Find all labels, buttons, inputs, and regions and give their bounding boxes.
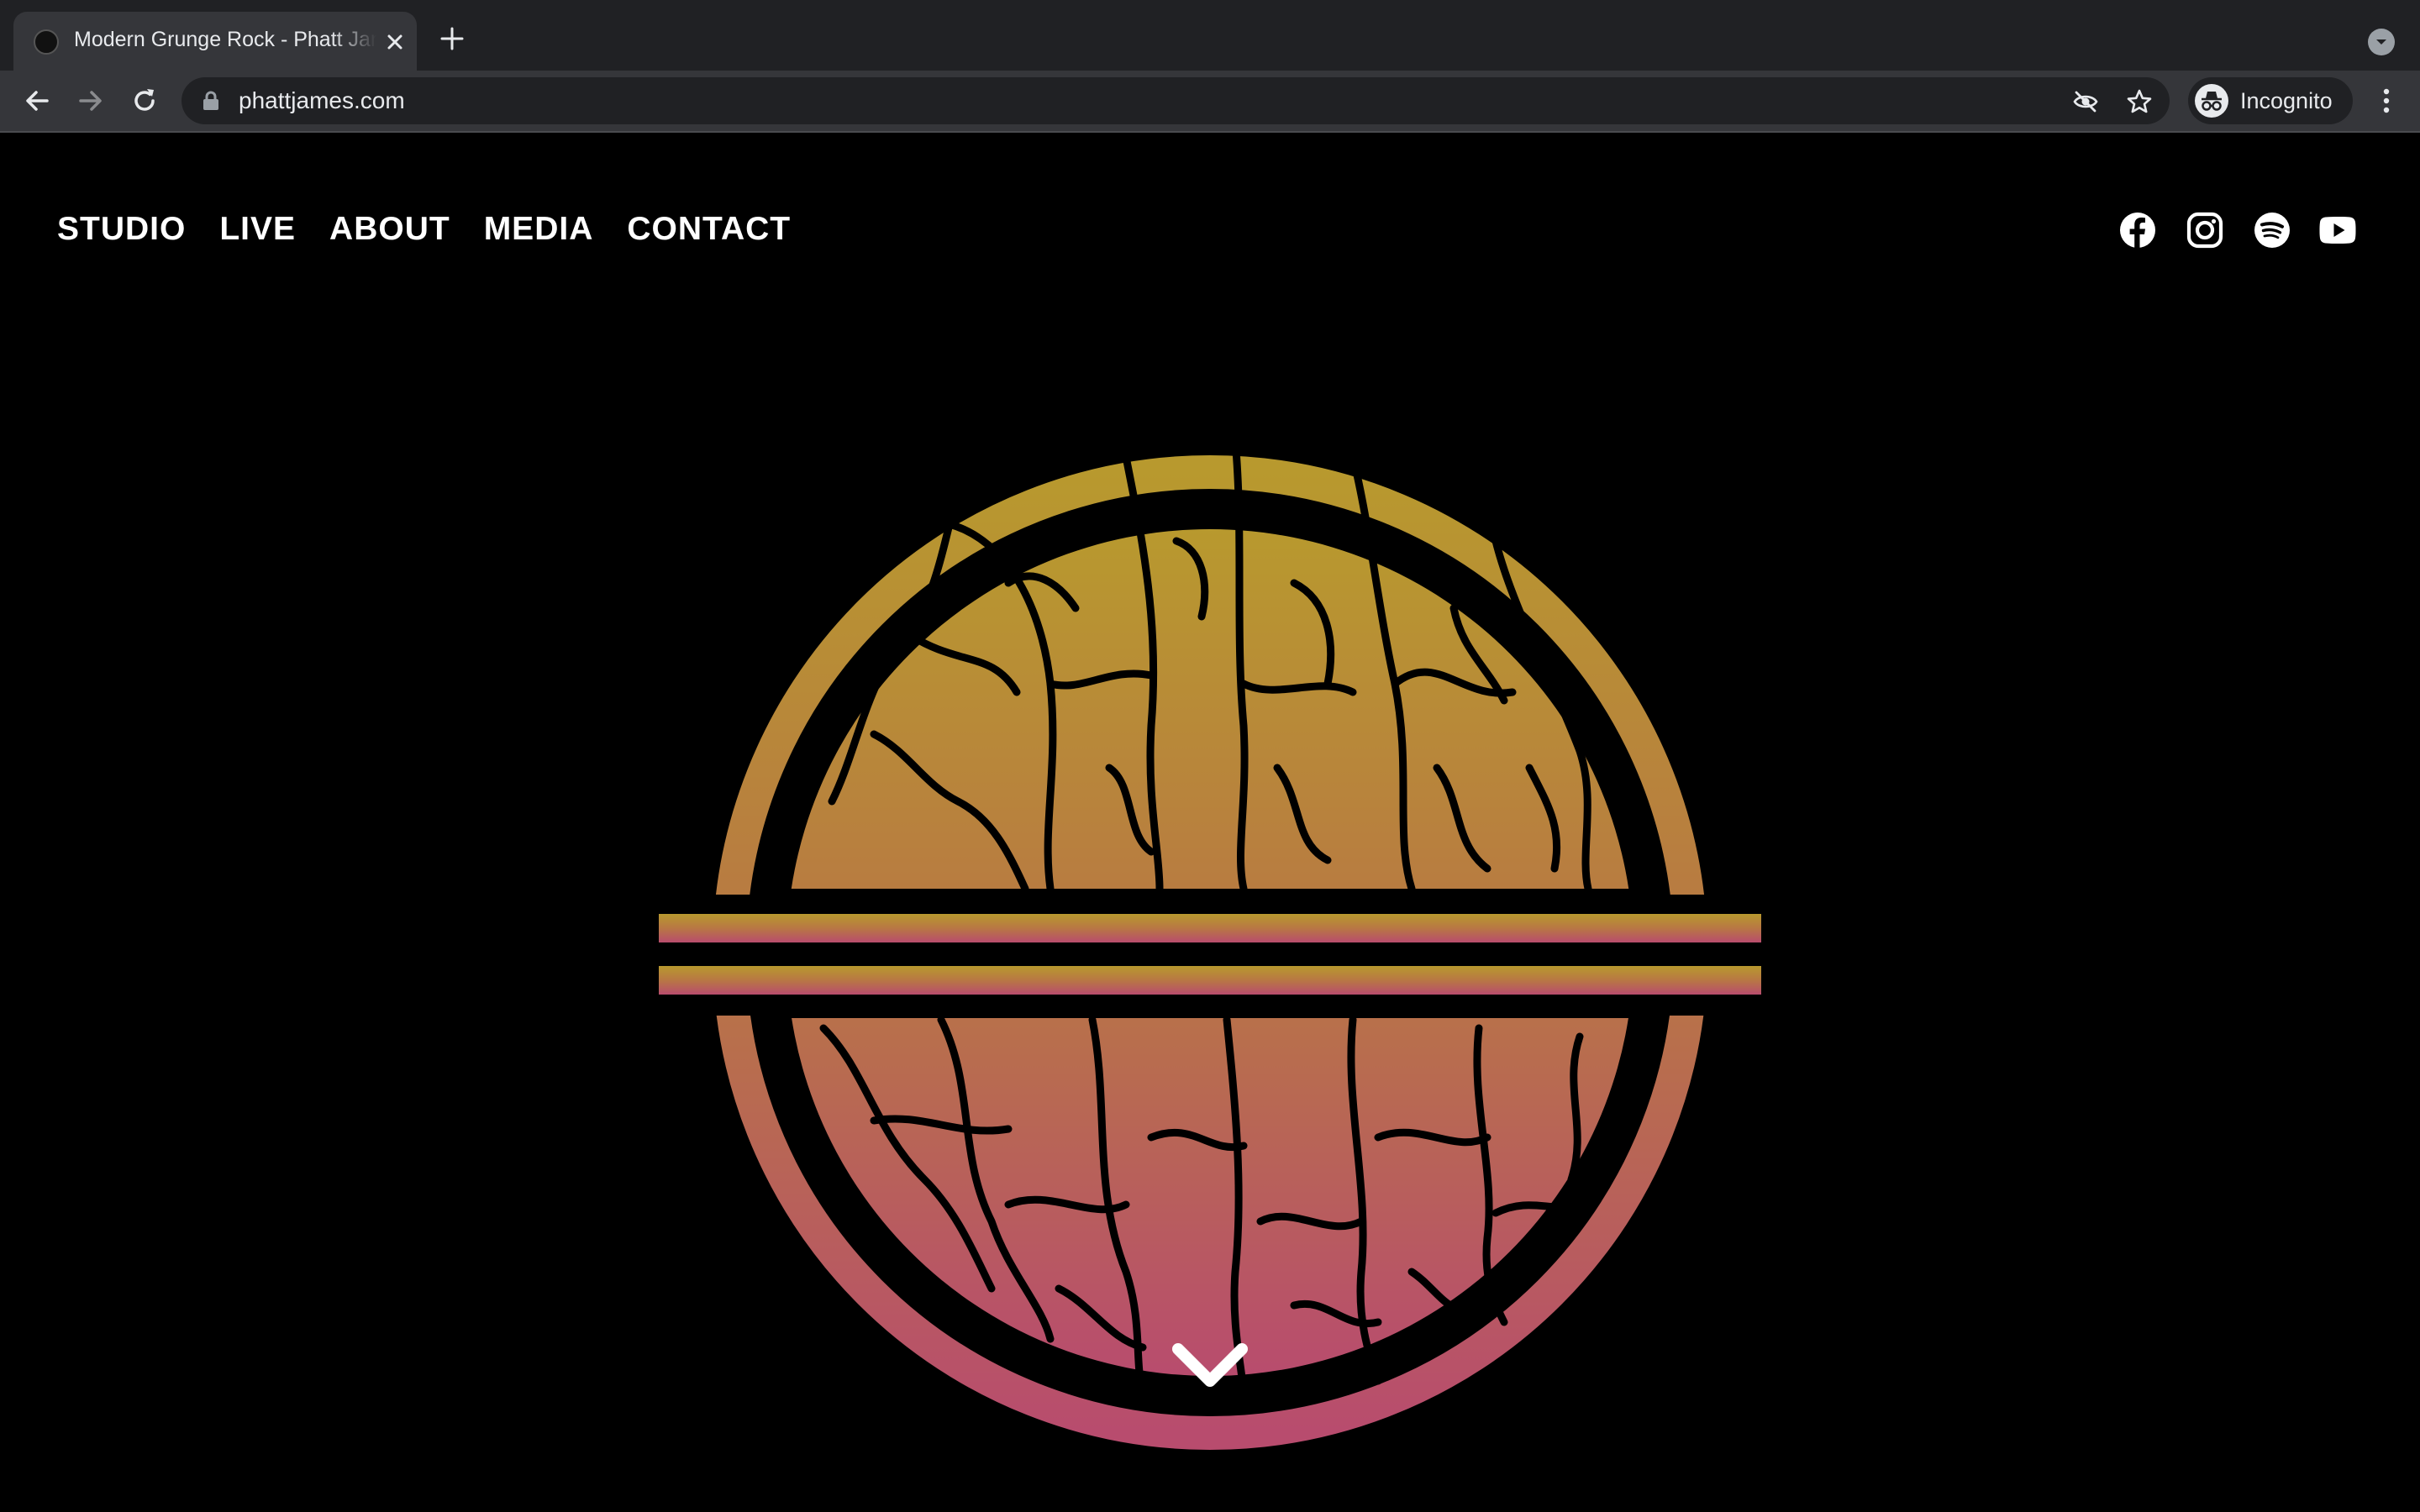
browser-toolbar: phattjames.com Incognito — [0, 71, 2420, 133]
lock-icon — [203, 91, 218, 110]
spotify-icon[interactable] — [2254, 212, 2291, 249]
kebab-menu-icon[interactable] — [2371, 86, 2402, 116]
address-bar[interactable]: phattjames.com — [182, 77, 2170, 124]
tab-strip: Modern Grunge Rock - Phatt James — [0, 0, 2420, 71]
nav-link-media[interactable]: MEDIA — [484, 208, 594, 250]
browser-chrome: Modern Grunge Rock - Phatt James — [0, 0, 2420, 133]
nav-link-studio[interactable]: STUDIO — [57, 208, 186, 250]
incognito-icon — [2195, 84, 2228, 118]
page-content: STUDIO LIVE ABOUT MEDIA CONTACT — [0, 133, 2420, 1512]
star-icon[interactable] — [2126, 88, 2153, 115]
eye-off-icon[interactable] — [2072, 88, 2099, 115]
nav-link-about[interactable]: ABOUT — [329, 208, 450, 250]
profile-label: Incognito — [2240, 88, 2333, 113]
facebook-icon[interactable] — [2119, 212, 2156, 249]
nav-link-live[interactable]: LIVE — [219, 208, 296, 250]
new-tab-plus-icon[interactable] — [439, 25, 466, 52]
scroll-down-chevron-icon[interactable] — [1171, 1341, 1249, 1391]
nav-link-contact[interactable]: CONTACT — [627, 208, 791, 250]
back-arrow-icon[interactable] — [22, 86, 52, 116]
active-tab[interactable]: Modern Grunge Rock - Phatt James — [13, 12, 417, 71]
tab-favicon-icon — [34, 29, 59, 55]
close-tab-icon[interactable] — [381, 29, 408, 55]
site-navigation: STUDIO LIVE ABOUT MEDIA CONTACT — [57, 208, 791, 250]
forward-arrow-icon[interactable] — [76, 86, 106, 116]
youtube-icon[interactable] — [2319, 212, 2356, 249]
phatt-james-logo — [659, 436, 1761, 1450]
url-text: phattjames.com — [239, 87, 405, 113]
tab-title: Modern Grunge Rock - Phatt James — [74, 28, 376, 51]
reload-icon[interactable] — [129, 86, 160, 116]
tab-search-chevron-icon[interactable] — [2368, 29, 2395, 55]
incognito-profile-button[interactable]: Incognito — [2188, 77, 2353, 124]
instagram-icon[interactable] — [2186, 212, 2223, 249]
